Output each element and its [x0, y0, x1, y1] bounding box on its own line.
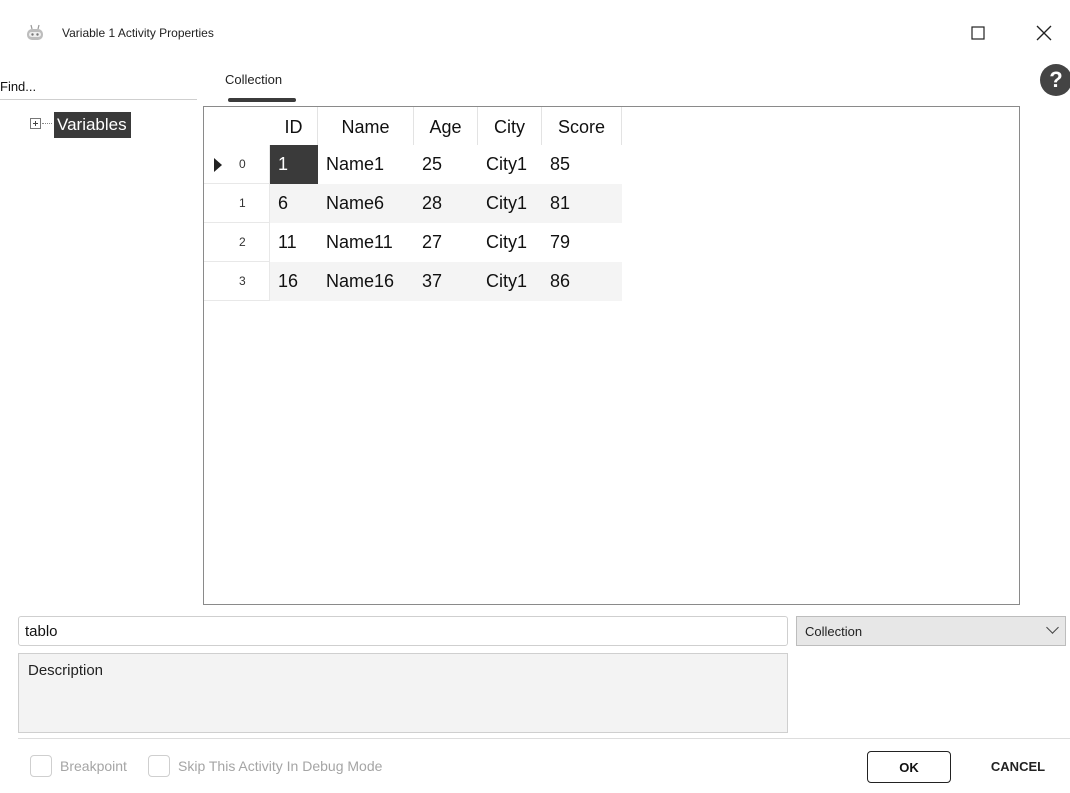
tab-collection[interactable]: Collection: [225, 72, 282, 87]
close-button[interactable]: [1024, 18, 1064, 48]
row-header[interactable]: 0: [204, 145, 270, 184]
column-header-score[interactable]: Score: [542, 107, 622, 145]
chevron-down-icon: [1046, 621, 1059, 634]
cell-city[interactable]: City1: [478, 184, 542, 223]
cell-score[interactable]: 86: [542, 262, 622, 301]
maximize-button[interactable]: [958, 18, 998, 48]
cell-city[interactable]: City1: [478, 145, 542, 184]
tree-item-variables[interactable]: Variables: [54, 112, 131, 138]
find-underline: [0, 99, 197, 100]
breakpoint-checkbox[interactable]: [30, 755, 52, 777]
cell-id[interactable]: 6: [270, 184, 318, 223]
table-row[interactable]: 3 16 Name16 37 City1 86: [204, 262, 622, 301]
skip-debug-label: Skip This Activity In Debug Mode: [178, 758, 383, 774]
ok-button[interactable]: OK: [867, 751, 951, 783]
cancel-button[interactable]: CANCEL: [978, 751, 1058, 783]
row-index: 2: [239, 235, 246, 249]
table-row[interactable]: 0 1 Name1 25 City1 85: [204, 145, 622, 184]
help-icon[interactable]: ?: [1040, 64, 1070, 96]
skip-debug-checkbox[interactable]: [148, 755, 170, 777]
row-index: 3: [239, 274, 246, 288]
tab-active-indicator: [228, 98, 296, 102]
row-header[interactable]: 3: [204, 262, 270, 301]
current-row-icon: [214, 158, 222, 172]
row-header[interactable]: 1: [204, 184, 270, 223]
cell-id[interactable]: 1: [270, 145, 318, 184]
cell-name[interactable]: Name16: [318, 262, 414, 301]
cell-name[interactable]: Name1: [318, 145, 414, 184]
bottom-bar: Breakpoint Skip This Activity In Debug M…: [18, 738, 1070, 788]
column-header-age[interactable]: Age: [414, 107, 478, 145]
maximize-icon: [971, 26, 985, 40]
table-row[interactable]: 1 6 Name6 28 City1 81: [204, 184, 622, 223]
cell-id[interactable]: 11: [270, 223, 318, 262]
tree-expand-icon[interactable]: [30, 118, 41, 129]
description-placeholder: Description: [28, 662, 104, 679]
title-bar: Variable 1 Activity Properties: [0, 0, 1070, 66]
cell-city[interactable]: City1: [478, 262, 542, 301]
column-header-city[interactable]: City: [478, 107, 542, 145]
cell-age[interactable]: 28: [414, 184, 478, 223]
cell-name[interactable]: Name11: [318, 223, 414, 262]
tree-connector: [42, 123, 52, 124]
robot-icon: [27, 24, 43, 40]
variable-name-input[interactable]: [18, 616, 788, 646]
cell-score[interactable]: 85: [542, 145, 622, 184]
close-icon: [1036, 25, 1052, 41]
cell-age[interactable]: 37: [414, 262, 478, 301]
find-field[interactable]: Find...: [0, 79, 36, 94]
variables-tree: Variables: [18, 104, 198, 604]
column-header-id[interactable]: ID: [270, 107, 318, 145]
description-field[interactable]: Description: [18, 653, 788, 733]
cell-score[interactable]: 81: [542, 184, 622, 223]
column-header-name[interactable]: Name: [318, 107, 414, 145]
collection-grid[interactable]: ID Name Age City Score 0 1 Name1 25 City…: [203, 106, 1020, 605]
cell-age[interactable]: 27: [414, 223, 478, 262]
variable-type-value: Collection: [805, 624, 863, 639]
variable-type-select[interactable]: Collection: [796, 616, 1066, 646]
breakpoint-label: Breakpoint: [60, 758, 127, 774]
cell-name[interactable]: Name6: [318, 184, 414, 223]
properties-window: Variable 1 Activity Properties Find... V…: [0, 0, 1070, 793]
row-header[interactable]: 2: [204, 223, 270, 262]
table-row[interactable]: 2 11 Name11 27 City1 79: [204, 223, 622, 262]
row-index: 0: [239, 157, 246, 171]
row-index: 1: [239, 196, 246, 210]
cell-score[interactable]: 79: [542, 223, 622, 262]
cell-age[interactable]: 25: [414, 145, 478, 184]
cell-city[interactable]: City1: [478, 223, 542, 262]
window-title: Variable 1 Activity Properties: [62, 26, 214, 40]
cell-id[interactable]: 16: [270, 262, 318, 301]
